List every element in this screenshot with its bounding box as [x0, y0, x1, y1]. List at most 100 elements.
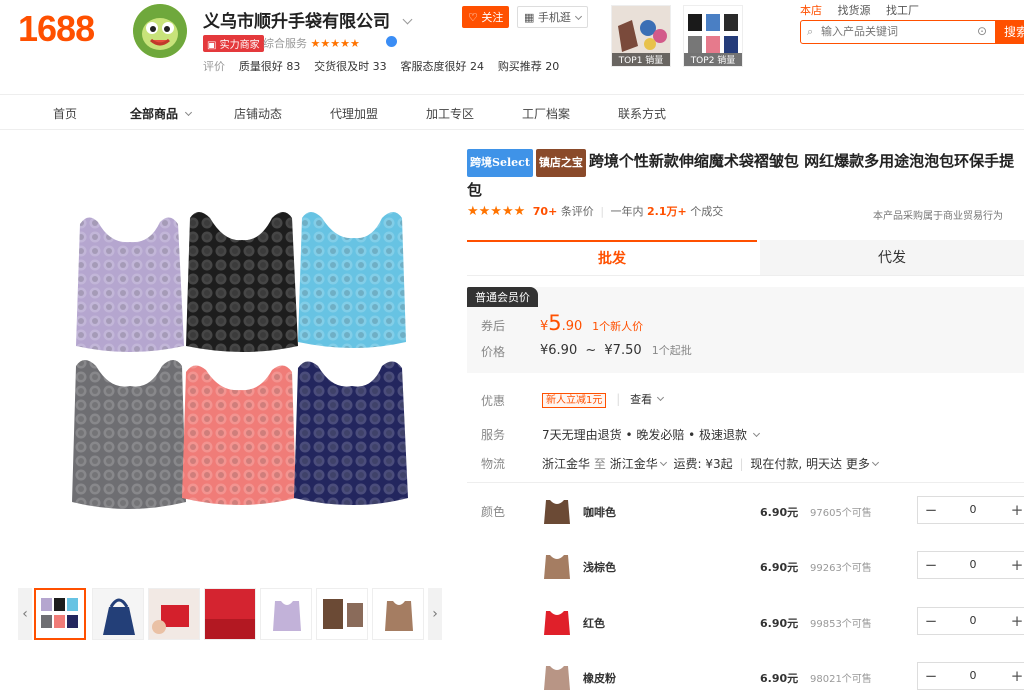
thumbnail[interactable]: [372, 588, 424, 640]
top-links: 本店 找货源 找工厂: [800, 2, 931, 18]
plus-button[interactable]: +: [1004, 608, 1024, 634]
review-count[interactable]: 70+: [533, 205, 558, 218]
thumbnail[interactable]: [316, 588, 368, 640]
thumbnail[interactable]: [260, 588, 312, 640]
plus-button[interactable]: +: [1004, 663, 1024, 689]
sku-price: 6.90元: [760, 672, 799, 685]
top2-product[interactable]: TOP2 销量: [683, 5, 743, 67]
minus-button[interactable]: −: [918, 608, 944, 634]
nav-contact[interactable]: 联系方式: [618, 105, 666, 122]
chevron-left-icon[interactable]: ‹: [18, 588, 32, 640]
thumbnail[interactable]: [34, 588, 86, 640]
eval-item[interactable]: 客服态度很好 24: [400, 60, 484, 73]
quantity-input[interactable]: 0: [958, 669, 988, 682]
sku-stock: 99263个可售: [810, 563, 872, 574]
shop-name[interactable]: 义乌市顺升手袋有限公司: [203, 7, 413, 32]
quantity-stepper: − 0 +: [917, 496, 1024, 524]
view-discount-link[interactable]: 查看: [630, 393, 664, 406]
search-box[interactable]: ⌕ ⊙: [800, 20, 996, 44]
chevron-right-icon[interactable]: ›: [428, 588, 442, 640]
bag-navy: [294, 361, 408, 505]
bag-sky: [298, 212, 406, 348]
sku-name: 橡皮粉: [583, 672, 616, 685]
sku-price: 6.90元: [760, 561, 799, 574]
chevron-down-icon: [752, 429, 760, 438]
chevron-down-icon: [575, 12, 583, 21]
more-shipping-link[interactable]: 更多: [846, 457, 879, 471]
sku-thumbnail[interactable]: [540, 549, 574, 583]
badge-icon: ▣: [207, 40, 217, 51]
shop-avatar[interactable]: [133, 4, 187, 58]
eval-item[interactable]: 质量很好 83: [239, 60, 301, 73]
sku-thumbnail[interactable]: [540, 494, 574, 528]
thumbnail[interactable]: [148, 588, 200, 640]
service-label: 服务: [481, 428, 506, 442]
link-find-source[interactable]: 找货源: [838, 4, 871, 17]
minus-button[interactable]: −: [918, 663, 944, 689]
link-this-store[interactable]: 本店: [800, 4, 822, 17]
nav-factory-archive[interactable]: 工厂档案: [522, 105, 570, 122]
nav-all-products[interactable]: 全部商品: [130, 105, 193, 122]
site-logo[interactable]: 1688: [18, 8, 95, 50]
chevron-down-icon: [871, 458, 879, 467]
ship-to[interactable]: 浙江金华: [610, 457, 667, 471]
sku-price: 6.90元: [760, 506, 799, 519]
tab-wholesale[interactable]: 批发: [467, 240, 757, 276]
plus-button[interactable]: +: [1004, 497, 1024, 523]
main-product-image[interactable]: [18, 146, 442, 570]
minus-button[interactable]: −: [918, 497, 944, 523]
camera-icon[interactable]: ⊙: [977, 24, 987, 38]
product-title: 跨境Select 镇店之宝 跨境个性新款伸缩魔术袋褶皱包 网红爆款多用途泡泡包环保手…: [467, 148, 1023, 203]
quantity-input[interactable]: 0: [958, 558, 988, 571]
heart-icon: ♡: [468, 11, 478, 24]
mobile-button[interactable]: ▦ 手机逛: [517, 6, 589, 28]
rating-row: ★★★★★ 70+ 条评价 | 一年内 2.1万+ 个成交: [467, 204, 724, 219]
sku-name: 红色: [583, 617, 605, 630]
sku-row: 咖啡色 6.90元 97605个可售 − 0 +: [540, 494, 1024, 534]
sku-thumbnail[interactable]: [540, 660, 574, 693]
service-row[interactable]: 7天无理由退货 • 晚发必赔 • 极速退款: [542, 426, 760, 443]
quantity-stepper: − 0 +: [917, 551, 1024, 579]
price-label: 价格: [481, 345, 506, 359]
cross-border-tag: 跨境Select: [467, 149, 533, 177]
star-rating-icon: ★★★★★: [467, 204, 526, 219]
follow-button[interactable]: ♡ 关注: [462, 6, 510, 28]
tab-dropship[interactable]: 代发: [760, 240, 1024, 276]
sku-row: 浅棕色 6.90元 99263个可售 − 0 +: [540, 549, 1024, 589]
star-rating-icon: ★★★★★: [310, 37, 360, 50]
logistics-label: 物流: [481, 457, 506, 471]
nav-home[interactable]: 首页: [53, 105, 77, 122]
nav-agency[interactable]: 代理加盟: [330, 105, 378, 122]
search-input[interactable]: [821, 23, 966, 40]
sku-stock: 99853个可售: [810, 619, 872, 630]
chevron-down-icon[interactable]: [402, 14, 413, 25]
plus-button[interactable]: +: [1004, 552, 1024, 578]
nav-processing[interactable]: 加工专区: [426, 105, 474, 122]
eval-item[interactable]: 购买推荐 20: [498, 60, 560, 73]
thumbnail[interactable]: [92, 588, 144, 640]
quantity-input[interactable]: 0: [958, 503, 988, 516]
sku-thumbnail[interactable]: [540, 605, 574, 639]
thumbnail-strip: ‹ ›: [18, 588, 442, 640]
eval-item[interactable]: 交货很及时 33: [314, 60, 387, 73]
sku-name: 咖啡色: [583, 506, 616, 519]
thumbnail[interactable]: [204, 588, 256, 640]
bag-lilac: [76, 217, 184, 352]
quantity-stepper: − 0 +: [917, 662, 1024, 690]
quantity-input[interactable]: 0: [958, 614, 988, 627]
nav-shop-news[interactable]: 店铺动态: [234, 105, 282, 122]
sku-name: 浅棕色: [583, 561, 616, 574]
top1-product[interactable]: TOP1 销量: [611, 5, 671, 67]
bag-gray: [72, 360, 186, 509]
new-user-discount-tag[interactable]: 新人立减1元: [542, 393, 607, 408]
search-button[interactable]: 搜索: [996, 20, 1024, 44]
minus-button[interactable]: −: [918, 552, 944, 578]
coupon-price: ¥5.90 1个新人价: [540, 311, 644, 335]
shop-name-text: 义乌市顺升手袋有限公司: [203, 12, 390, 32]
quantity-stepper: − 0 +: [917, 607, 1024, 635]
sold-count: 2.1万+: [647, 205, 687, 218]
link-find-factory[interactable]: 找工厂: [886, 4, 919, 17]
member-price-tag: 普通会员价: [467, 287, 538, 307]
discount-label: 优惠: [481, 394, 506, 408]
coupon-price-row: 券后: [481, 319, 506, 333]
